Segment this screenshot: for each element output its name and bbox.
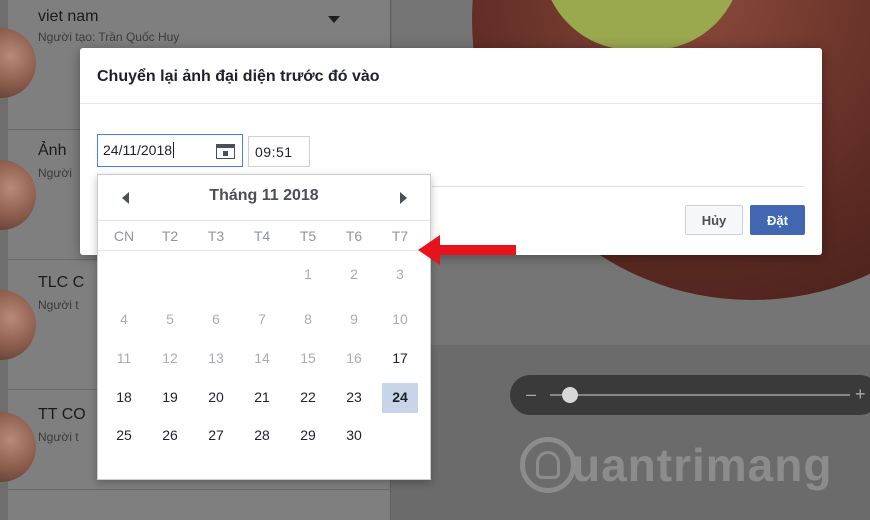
zoom-slider[interactable]: – + xyxy=(510,375,870,415)
list-item-sub: Người xyxy=(38,166,72,180)
lightbulb-icon xyxy=(520,437,576,493)
watermark-text: uantrimang xyxy=(572,439,833,491)
calendar-day[interactable]: 12 xyxy=(152,344,188,374)
avatar xyxy=(0,412,36,482)
weekday-label: T7 xyxy=(391,228,409,244)
dialog-title: Chuyển lại ảnh đại diện trước đó vào xyxy=(80,48,822,104)
calendar-day[interactable]: 15 xyxy=(290,344,326,374)
zoom-track[interactable] xyxy=(550,394,850,396)
weekday-label: T2 xyxy=(161,228,179,244)
avatar xyxy=(0,290,36,360)
weekday-label: T6 xyxy=(345,228,363,244)
calendar-day[interactable]: 17 xyxy=(382,344,418,374)
calendar-day-grid: 1 2 3 4 5 6 7 8 9 10 11 12 13 14 15 16 17 18 19 20 21 22 23 24 2… xyxy=(98,251,430,471)
divider xyxy=(432,186,804,187)
date-value: 24/11/2018 xyxy=(103,142,173,158)
list-item-name: Ảnh xyxy=(38,142,67,159)
calendar-day[interactable]: 13 xyxy=(198,344,234,374)
calendar-day[interactable]: 9 xyxy=(336,305,372,335)
list-item-name: viet nam xyxy=(38,8,99,25)
calendar-day[interactable]: 10 xyxy=(382,305,418,335)
calendar-month-title: Tháng 11 2018 xyxy=(209,187,319,204)
weekday-header-row: CN T2 T3 T4 T5 T6 T7 xyxy=(98,221,430,251)
weekday-label: T3 xyxy=(207,228,225,244)
calendar-day[interactable]: 23 xyxy=(336,383,372,413)
list-item-sub: Người t xyxy=(38,430,79,444)
list-item-sub: Người tạo: Trần Quốc Huy xyxy=(38,30,180,44)
arrow-shape xyxy=(418,235,516,265)
calendar-day[interactable]: 30 xyxy=(336,421,372,451)
time-field[interactable]: 09:51 xyxy=(248,136,310,167)
list-item-name: TT CO xyxy=(38,406,86,423)
date-picker-popup: Tháng 11 2018 CN T2 T3 T4 T5 T6 T7 1 2 3 4 5 6 7 8 9 10… xyxy=(97,174,431,480)
calendar-day[interactable]: 26 xyxy=(152,421,188,451)
calendar-day[interactable]: 3 xyxy=(382,260,418,290)
watermark-logo: uantrimang xyxy=(520,435,832,495)
caret-down-icon[interactable] xyxy=(328,16,340,23)
calendar-day[interactable]: 22 xyxy=(290,383,326,413)
time-value: 09:51 xyxy=(255,144,293,160)
date-field[interactable]: 24/11/2018 xyxy=(97,134,243,167)
calendar-day[interactable]: 2 xyxy=(336,260,372,290)
calendar-day[interactable]: 29 xyxy=(290,421,326,451)
calendar-header: Tháng 11 2018 xyxy=(98,175,430,221)
calendar-day[interactable]: 24 xyxy=(382,383,418,413)
calendar-day[interactable]: 27 xyxy=(198,421,234,451)
zoom-handle[interactable] xyxy=(562,387,578,403)
weekday-label: T4 xyxy=(253,228,271,244)
weekday-label: CN xyxy=(113,228,135,244)
calendar-icon[interactable] xyxy=(216,144,235,159)
set-button[interactable]: Đặt xyxy=(750,205,805,235)
list-item-name: TLC C xyxy=(38,274,85,291)
list-item-sub: Người t xyxy=(38,298,79,312)
calendar-day[interactable]: 25 xyxy=(106,421,142,451)
weekday-label: T5 xyxy=(299,228,317,244)
cancel-button[interactable]: Hủy xyxy=(685,205,743,235)
calendar-day[interactable]: 16 xyxy=(336,344,372,374)
calendar-day[interactable]: 6 xyxy=(198,305,234,335)
calendar-day[interactable]: 8 xyxy=(290,305,326,335)
calendar-day[interactable]: 20 xyxy=(198,383,234,413)
text-cursor xyxy=(173,142,175,158)
calendar-day[interactable]: 21 xyxy=(244,383,280,413)
calendar-day[interactable]: 11 xyxy=(106,344,142,374)
calendar-day[interactable]: 7 xyxy=(244,305,280,335)
avatar xyxy=(0,28,36,98)
red-arrow-icon xyxy=(418,235,516,265)
calendar-day[interactable]: 5 xyxy=(152,305,188,335)
calendar-day[interactable]: 19 xyxy=(152,383,188,413)
calendar-day[interactable]: 18 xyxy=(106,383,142,413)
calendar-day[interactable]: 4 xyxy=(106,305,142,335)
next-month-icon[interactable] xyxy=(400,192,407,204)
avatar xyxy=(0,160,36,230)
calendar-day[interactable]: 1 xyxy=(290,260,326,290)
zoom-in-icon[interactable]: + xyxy=(855,384,866,405)
zoom-out-icon[interactable]: – xyxy=(526,384,536,405)
calendar-day[interactable]: 28 xyxy=(244,421,280,451)
calendar-day[interactable]: 14 xyxy=(244,344,280,374)
